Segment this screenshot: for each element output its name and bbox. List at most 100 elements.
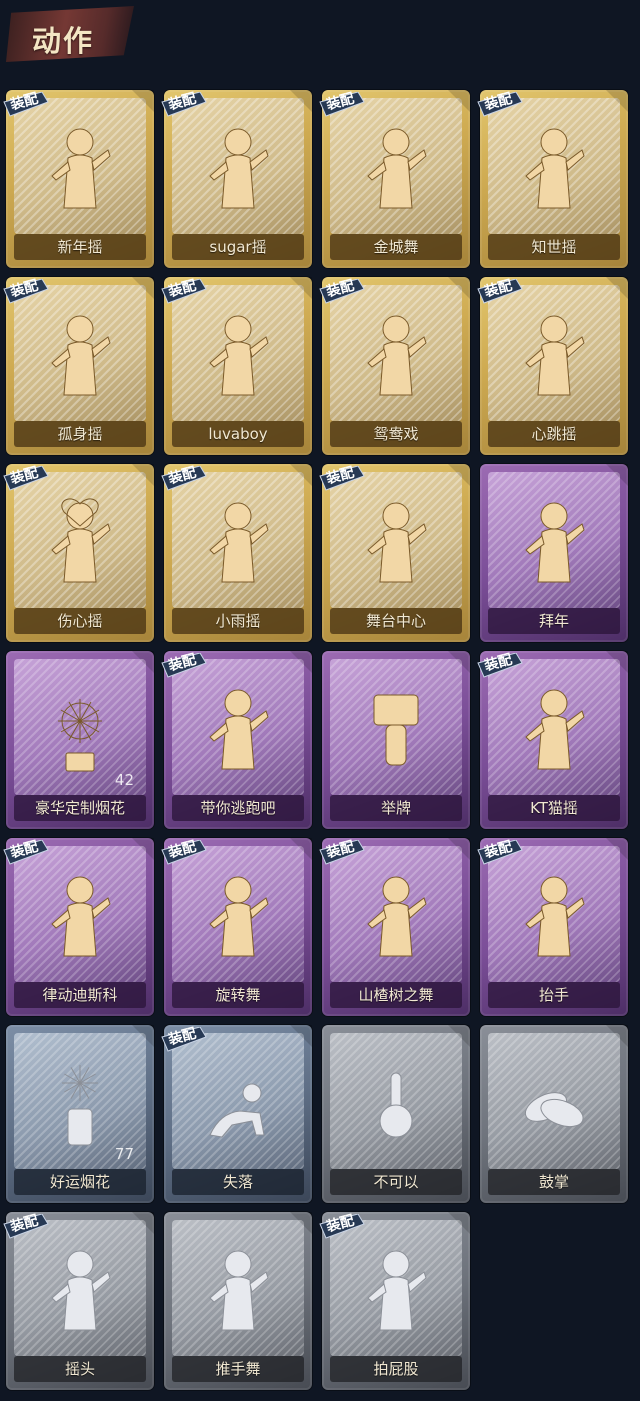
equipped-badge: 装配 xyxy=(318,839,366,865)
motion-card[interactable]: 举牌 xyxy=(322,651,470,829)
item-count: 77 xyxy=(114,1145,134,1163)
motion-card[interactable]: 装配带你逃跑吧 xyxy=(161,651,312,829)
motion-card[interactable]: 装配山楂树之舞 xyxy=(319,838,470,1016)
motion-card[interactable]: 装配抬手 xyxy=(477,838,628,1016)
motion-card[interactable]: 装配 KT猫摇 xyxy=(477,651,628,829)
motion-card[interactable]: 拜年 xyxy=(480,464,628,642)
motion-label: 推手舞 xyxy=(172,1356,304,1382)
motion-card[interactable]: 装配小雨摇 xyxy=(161,464,312,642)
dancer-icon xyxy=(51,128,111,209)
motion-label: 鼓掌 xyxy=(488,1169,620,1195)
motion-label: 不可以 xyxy=(330,1169,462,1195)
motion-label: 孤身摇 xyxy=(14,421,146,447)
motion-card[interactable]: 77 好运烟花 xyxy=(6,1025,154,1203)
equipped-badge: 装配 xyxy=(160,91,208,117)
equipped-badge: 装配 xyxy=(476,839,524,865)
crawl-figure-icon xyxy=(209,1083,265,1138)
heart-dancer-icon xyxy=(51,498,111,583)
motion-label: sugar摇 xyxy=(172,234,304,260)
equipped-badge: 装配 xyxy=(2,91,50,117)
motion-label: 律动迪斯科 xyxy=(14,982,146,1008)
motion-card[interactable]: 装配伤心摇 xyxy=(3,464,154,642)
motion-card[interactable]: 装配旋转舞 xyxy=(161,838,312,1016)
item-count: 42 xyxy=(114,771,134,789)
dancer-icon xyxy=(367,502,427,583)
figure-icon xyxy=(525,876,585,957)
motion-card[interactable]: 装配金城舞 xyxy=(319,90,470,268)
motion-card[interactable]: 装配新年摇 xyxy=(3,90,154,268)
equipped-badge: 装配 xyxy=(318,278,366,304)
bow-figure-icon xyxy=(525,502,585,583)
equipped-badge: 装配 xyxy=(476,652,524,678)
equipped-badge: 装配 xyxy=(2,839,50,865)
equipped-badge: 装配 xyxy=(476,278,524,304)
dancer-icon xyxy=(209,689,269,770)
equipped-badge: 装配 xyxy=(160,839,208,865)
motion-label: luvaboy xyxy=(172,421,304,447)
firework-can-icon xyxy=(62,1065,98,1146)
motion-card[interactable]: 鼓掌 xyxy=(480,1025,628,1203)
dancer-icon xyxy=(367,128,427,209)
motion-card[interactable]: 装配 摇头 xyxy=(3,1212,154,1390)
motion-label: 豪华定制烟花 xyxy=(14,795,146,821)
motion-label: 鸳鸯戏 xyxy=(330,421,462,447)
motion-label: 失落 xyxy=(172,1169,304,1195)
dancer-icon xyxy=(51,315,111,396)
motion-card[interactable]: 装配 舞台中心 xyxy=(319,464,470,642)
motion-card[interactable]: 装配拍屁股 xyxy=(319,1212,470,1390)
motion-label: 山楂树之舞 xyxy=(330,982,462,1008)
motion-label: 好运烟花 xyxy=(14,1169,146,1195)
motion-card[interactable]: 装配律动迪斯科 xyxy=(3,838,154,1016)
motion-card[interactable]: 42 豪华定制烟花 xyxy=(6,651,154,829)
dancer-icon xyxy=(209,502,269,583)
figure-icon xyxy=(209,1250,269,1331)
motion-label: 旋转舞 xyxy=(172,982,304,1008)
equipped-badge: 装配 xyxy=(318,91,366,117)
dancer-icon xyxy=(367,315,427,396)
figure-icon xyxy=(367,1250,427,1331)
equipped-badge: 装配 xyxy=(160,652,208,678)
equipped-badge: 装配 xyxy=(2,278,50,304)
fireworks-icon xyxy=(58,699,102,772)
motion-label: 知世摇 xyxy=(488,234,620,260)
motion-label: 金城舞 xyxy=(330,234,462,260)
dancer-icon xyxy=(209,128,269,209)
motion-card[interactable]: 装配心跳摇 xyxy=(477,277,628,455)
motion-label: 抬手 xyxy=(488,982,620,1008)
dancer-icon xyxy=(367,876,427,957)
motion-card[interactable]: 推手舞 xyxy=(164,1212,312,1390)
motion-card[interactable]: 装配 luvaboy xyxy=(161,277,312,455)
motion-label: 拜年 xyxy=(488,608,620,634)
motion-card[interactable]: 装配 sugar摇 xyxy=(161,90,312,268)
dancer-icon xyxy=(525,128,585,209)
motion-card[interactable]: 装配知世摇 xyxy=(477,90,628,268)
motion-label: 伤心摇 xyxy=(14,608,146,634)
equipped-badge: 装配 xyxy=(2,465,50,491)
equipped-badge: 装配 xyxy=(318,1213,366,1239)
dancer-icon xyxy=(525,689,585,770)
motion-label: 拍屁股 xyxy=(330,1356,462,1382)
clap-icon xyxy=(524,1092,584,1128)
dancer-icon xyxy=(525,315,585,396)
equipped-badge: 装配 xyxy=(160,1026,208,1052)
motion-label: 举牌 xyxy=(330,795,462,821)
equipped-badge: 装配 xyxy=(476,91,524,117)
equipped-badge: 装配 xyxy=(160,278,208,304)
sign-figure-icon xyxy=(373,694,419,766)
dancer-icon xyxy=(209,876,269,957)
equipped-badge: 装配 xyxy=(160,465,208,491)
motion-card[interactable]: 装配孤身摇 xyxy=(3,277,154,455)
motion-label: 小雨摇 xyxy=(172,608,304,634)
motion-label: KT猫摇 xyxy=(488,795,620,821)
motion-label: 摇头 xyxy=(14,1356,146,1382)
motion-label: 新年摇 xyxy=(14,234,146,260)
motion-label: 舞台中心 xyxy=(330,608,462,634)
motion-card[interactable]: 不可以 xyxy=(322,1025,470,1203)
motion-label: 带你逃跑吧 xyxy=(172,795,304,821)
section-title: 动作 xyxy=(32,24,95,58)
finger-icon xyxy=(379,1072,413,1138)
motion-card[interactable]: 装配失落 xyxy=(161,1025,312,1203)
motion-card[interactable]: 装配鸳鸯戏 xyxy=(319,277,470,455)
dancer-icon xyxy=(51,876,111,957)
motion-label: 心跳摇 xyxy=(488,421,620,447)
